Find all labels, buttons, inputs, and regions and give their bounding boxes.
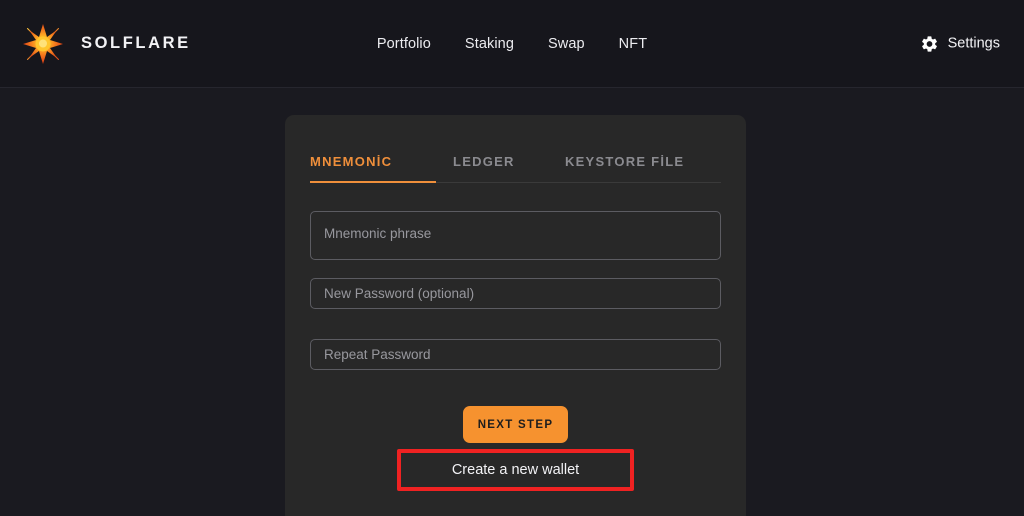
brand-logo[interactable]: SOLFLARE bbox=[18, 19, 191, 69]
tab-keystore-file[interactable]: KEYSTORE FİLE bbox=[565, 154, 684, 182]
nav-item-swap[interactable]: Swap bbox=[548, 36, 585, 52]
tab-ledger[interactable]: LEDGER bbox=[453, 154, 565, 182]
new-password-input[interactable] bbox=[310, 278, 721, 309]
main-navigation: Portfolio Staking Swap NFT bbox=[377, 36, 647, 52]
import-wallet-form: NEXT STEP Create a new wallet bbox=[310, 183, 721, 491]
main-stage: MNEMONİC LEDGER KEYSTORE FİLE NEXT STEP … bbox=[0, 88, 1024, 516]
wallet-access-card: MNEMONİC LEDGER KEYSTORE FİLE NEXT STEP … bbox=[285, 115, 746, 516]
tab-bar: MNEMONİC LEDGER KEYSTORE FİLE bbox=[310, 115, 721, 183]
mnemonic-phrase-input[interactable] bbox=[310, 211, 721, 260]
tab-mnemonic[interactable]: MNEMONİC bbox=[310, 154, 453, 183]
repeat-password-input[interactable] bbox=[310, 339, 721, 370]
nav-item-staking[interactable]: Staking bbox=[465, 36, 514, 52]
nav-item-portfolio[interactable]: Portfolio bbox=[377, 36, 431, 52]
brand-name: SOLFLARE bbox=[81, 34, 191, 52]
next-step-button[interactable]: NEXT STEP bbox=[463, 406, 568, 443]
nav-item-nft[interactable]: NFT bbox=[619, 36, 648, 52]
settings-button[interactable]: Settings bbox=[920, 34, 1000, 53]
app-header: SOLFLARE Portfolio Staking Swap NFT Sett… bbox=[0, 0, 1024, 88]
create-new-wallet-highlight[interactable]: Create a new wallet bbox=[396, 449, 635, 491]
settings-label: Settings bbox=[947, 35, 1000, 52]
create-new-wallet-link[interactable]: Create a new wallet bbox=[452, 462, 579, 478]
solflare-starburst-icon bbox=[20, 20, 66, 67]
gear-icon bbox=[921, 35, 937, 52]
form-actions: NEXT STEP Create a new wallet bbox=[310, 406, 721, 491]
